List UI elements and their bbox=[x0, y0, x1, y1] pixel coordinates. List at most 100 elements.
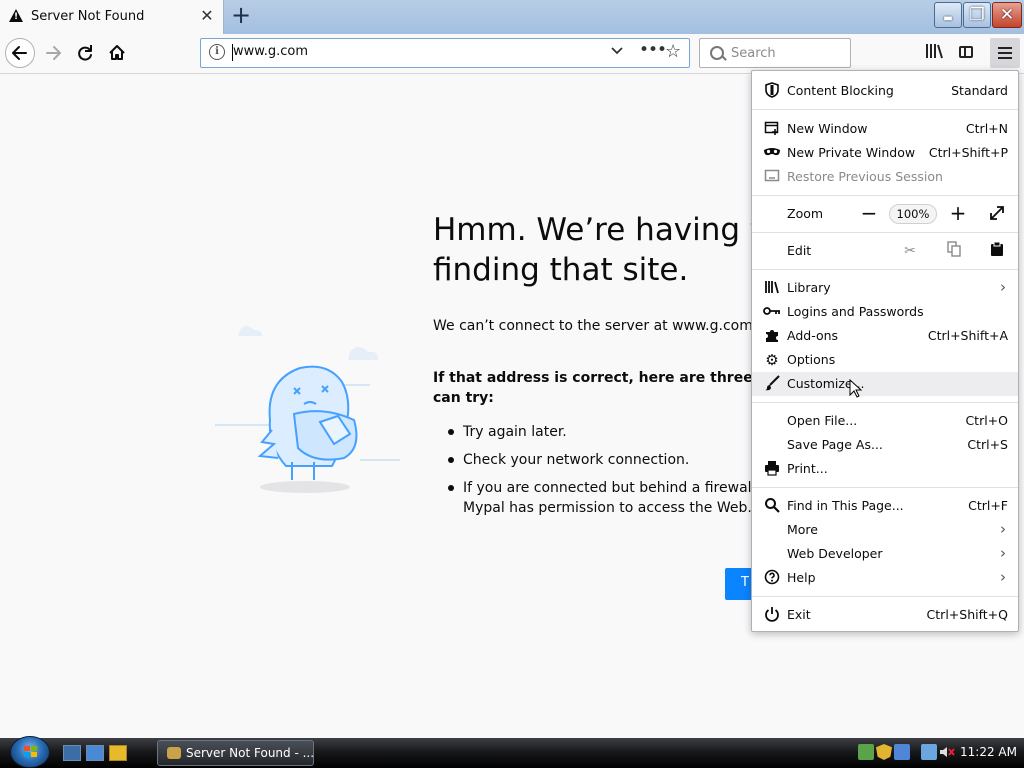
search-icon-handle bbox=[721, 55, 727, 61]
system-clock[interactable]: 11:22 AM bbox=[960, 745, 1017, 759]
menu-item-more[interactable]: More › bbox=[752, 518, 1018, 542]
speaker-muted-icon[interactable] bbox=[939, 744, 955, 760]
chevron-right-icon: › bbox=[1000, 520, 1006, 538]
menu-item-shortcut: Ctrl+O bbox=[965, 413, 1008, 428]
start-button[interactable] bbox=[10, 736, 50, 768]
info-icon[interactable]: i bbox=[209, 44, 225, 60]
home-icon bbox=[109, 45, 125, 60]
menu-item-label: Content Blocking bbox=[787, 83, 894, 98]
hamburger-menu-button[interactable] bbox=[990, 38, 1020, 68]
menu-item-web-developer[interactable]: Web Developer › bbox=[752, 542, 1018, 566]
search-icon bbox=[763, 497, 781, 515]
zoom-reset-button[interactable]: 100% bbox=[889, 204, 937, 224]
connection-tray-icon[interactable] bbox=[921, 744, 937, 760]
suggestion-item: If you are connected but behind a firewa… bbox=[445, 478, 751, 518]
menu-item-options[interactable]: ⚙ Options bbox=[752, 348, 1018, 372]
reload-button[interactable] bbox=[70, 38, 100, 68]
page-actions-icon[interactable]: ••• bbox=[639, 40, 667, 60]
show-desktop-icon[interactable] bbox=[63, 745, 81, 761]
taskbar-item-browser[interactable]: Server Not Found - ... bbox=[157, 740, 314, 766]
home-button[interactable] bbox=[102, 38, 132, 68]
mouse-cursor-icon bbox=[849, 379, 863, 398]
forward-button[interactable] bbox=[38, 38, 68, 68]
menu-separator bbox=[752, 232, 1018, 233]
menu-separator bbox=[752, 402, 1018, 403]
minimize-icon: ▬ bbox=[943, 13, 953, 24]
menu-item-open-file[interactable]: Open File... Ctrl+O bbox=[752, 409, 1018, 433]
printer-icon bbox=[763, 460, 781, 478]
menu-item-label: New Private Window bbox=[787, 145, 916, 160]
help-icon bbox=[763, 569, 781, 587]
menu-separator bbox=[752, 596, 1018, 597]
puzzle-icon bbox=[763, 327, 781, 345]
arrow-right-icon bbox=[46, 46, 61, 60]
suggestion-text: If you are connected but behind a firewa… bbox=[463, 480, 751, 496]
suggestion-text: Try again later. bbox=[463, 424, 567, 440]
cut-icon[interactable]: ✂ bbox=[899, 241, 921, 261]
library-icon[interactable] bbox=[920, 40, 948, 66]
search-bar[interactable]: Search bbox=[699, 38, 851, 68]
menu-separator bbox=[752, 269, 1018, 270]
menu-item-label: Print... bbox=[787, 461, 828, 476]
suggestion-list: Try again later. Check your network conn… bbox=[445, 422, 763, 526]
close-tab-icon[interactable]: ✕ bbox=[199, 7, 215, 25]
maximize-button[interactable]: ❐ bbox=[963, 2, 991, 28]
menu-item-label: Zoom bbox=[787, 206, 824, 221]
app-menu-panel: Content Blocking Standard New Window Ctr… bbox=[751, 70, 1019, 632]
network-tray-icon[interactable] bbox=[858, 744, 874, 760]
zoom-in-button[interactable]: + bbox=[946, 202, 970, 226]
tab-server-not-found[interactable]: ! Server Not Found ✕ bbox=[0, 0, 224, 34]
close-icon: ✕ bbox=[999, 5, 1015, 25]
menu-item-label: More bbox=[787, 522, 818, 537]
menu-item-customize[interactable]: Customize... bbox=[752, 372, 1018, 396]
error-suggestion-intro: If that address is correct, here are thr… bbox=[433, 368, 763, 408]
menu-item-new-window[interactable]: New Window Ctrl+N bbox=[752, 117, 1018, 141]
close-window-button[interactable]: ✕ bbox=[992, 2, 1022, 28]
menu-item-exit[interactable]: Exit Ctrl+Shift+Q bbox=[752, 603, 1018, 627]
bookmark-star-icon[interactable]: ☆ bbox=[665, 41, 681, 62]
menu-item-restore-session[interactable]: Restore Previous Session bbox=[752, 165, 1018, 189]
dinosaur-illustration bbox=[215, 326, 400, 493]
menu-item-label: Exit bbox=[787, 607, 811, 622]
menu-item-print[interactable]: Print... bbox=[752, 457, 1018, 481]
warning-mark: ! bbox=[14, 12, 19, 22]
suggestion-item: Check your network connection. bbox=[445, 450, 763, 470]
chevron-right-icon: › bbox=[1000, 544, 1006, 562]
reload-icon bbox=[78, 45, 92, 61]
menu-item-addons[interactable]: Add-ons Ctrl+Shift+A bbox=[752, 324, 1018, 348]
shield-icon bbox=[763, 82, 781, 100]
menu-item-label: Open File... bbox=[787, 413, 858, 428]
new-tab-button[interactable]: + bbox=[229, 3, 253, 27]
menu-item-edit: Edit ✂ bbox=[752, 239, 1018, 263]
paste-icon[interactable] bbox=[986, 241, 1008, 261]
chevron-down-icon[interactable] bbox=[609, 42, 625, 62]
navigation-toolbar: i www.g.com ••• ☆ Search bbox=[0, 34, 1024, 74]
menu-item-logins[interactable]: Logins and Passwords bbox=[752, 300, 1018, 324]
error-heading: Hmm. We’re having tr finding that site. bbox=[433, 210, 793, 290]
windows-flag-tray-icon[interactable] bbox=[894, 744, 910, 760]
search-placeholder: Search bbox=[731, 46, 776, 61]
suggestion-text: Check your network connection. bbox=[463, 452, 690, 468]
switch-windows-icon[interactable] bbox=[86, 745, 104, 761]
menu-item-shortcut: Ctrl+S bbox=[967, 437, 1008, 452]
sidebar-icon[interactable] bbox=[952, 40, 980, 66]
error-description: We can’t connect to the server at www.g.… bbox=[433, 318, 758, 334]
menu-item-help[interactable]: Help › bbox=[752, 566, 1018, 590]
minimize-button[interactable]: ▬ bbox=[934, 2, 962, 28]
gear-icon: ⚙ bbox=[765, 351, 779, 369]
zoom-out-button[interactable]: − bbox=[857, 202, 881, 226]
menu-item-find[interactable]: Find in This Page... Ctrl+F bbox=[752, 494, 1018, 518]
menu-item-save-page[interactable]: Save Page As... Ctrl+S bbox=[752, 433, 1018, 457]
url-bar[interactable]: i www.g.com ••• ☆ bbox=[200, 38, 690, 68]
url-text[interactable]: www.g.com bbox=[233, 44, 308, 59]
media-player-icon[interactable] bbox=[109, 745, 127, 761]
hamburger-icon-line bbox=[998, 52, 1012, 54]
copy-icon[interactable] bbox=[943, 241, 965, 261]
menu-item-library[interactable]: Library › bbox=[752, 276, 1018, 300]
menu-item-label: Help bbox=[787, 570, 816, 585]
error-heading-line-2: finding that site. bbox=[433, 252, 689, 288]
fullscreen-icon[interactable] bbox=[987, 204, 1007, 224]
menu-item-new-private-window[interactable]: New Private Window Ctrl+Shift+P bbox=[752, 141, 1018, 165]
back-button[interactable] bbox=[5, 38, 35, 68]
menu-item-content-blocking[interactable]: Content Blocking Standard bbox=[752, 79, 1018, 103]
